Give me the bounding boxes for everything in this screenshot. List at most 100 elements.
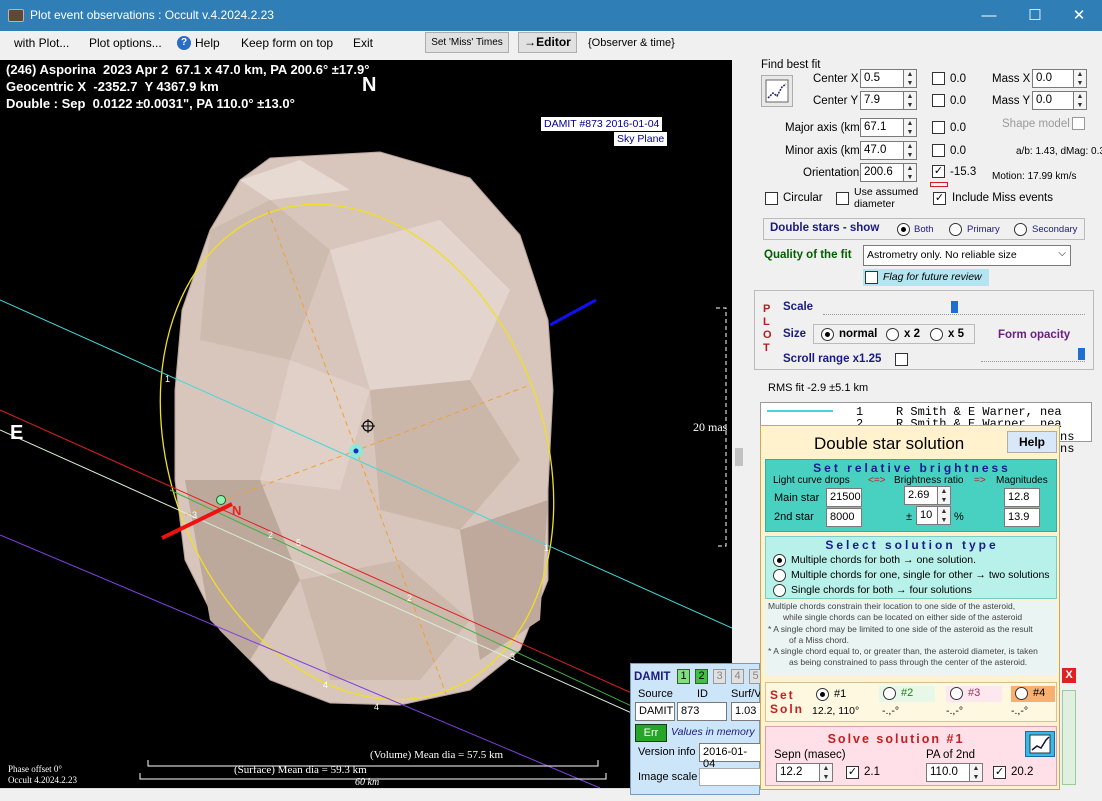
quality-select[interactable]: Astrometry only. No reliable size ⌵	[863, 245, 1071, 266]
sepn-input[interactable]: 12.2	[776, 763, 820, 782]
editor-button[interactable]: →Editor	[518, 32, 577, 53]
brightness-ratio-input[interactable]: 2.69	[904, 486, 938, 505]
brightness-ratio-label: Brightness ratio	[894, 475, 964, 486]
major-axis-spinner[interactable]: ▲ ▼	[904, 118, 917, 137]
mass-x-spinner[interactable]: ▲ ▼	[1074, 69, 1087, 88]
damit-image-scale-slider[interactable]	[699, 768, 761, 786]
mass-y-spinner[interactable]: ▲ ▼	[1074, 91, 1087, 110]
orientation-input[interactable]: 200.6	[860, 163, 904, 182]
main-star-mag-field[interactable]: 12.8	[1004, 488, 1040, 507]
damit-version-field[interactable]: 2016-01-04	[699, 743, 763, 770]
solution-type-two-radio[interactable]	[773, 569, 786, 582]
solve-button[interactable]	[1025, 731, 1055, 757]
solution-type-one-radio[interactable]	[773, 554, 786, 567]
center-y-checkbox[interactable]	[932, 94, 945, 107]
damit-err-button[interactable]: Err	[635, 724, 667, 742]
phase-offset-label: Phase offset 0°	[8, 764, 62, 774]
plot-options-group: PLOT Scale Size normal x 2 x 5 Form opac…	[754, 290, 1094, 370]
solution-type-four-radio[interactable]	[773, 584, 786, 597]
ratio-uncert-spinner[interactable]: ▲ ▼	[938, 506, 951, 525]
size-x5-label: x 5	[948, 328, 964, 340]
mass-x-input[interactable]: 0.0	[1032, 69, 1074, 88]
main-star-drop-input[interactable]: 21500	[826, 488, 862, 507]
soln-1-radio[interactable]	[816, 688, 829, 701]
menu-help[interactable]: Help	[195, 36, 220, 50]
mass-y-input[interactable]: 0.0	[1032, 91, 1074, 110]
damit-source-label: Source	[638, 688, 673, 700]
ratio-uncert-input[interactable]: 10	[916, 506, 938, 525]
sepn-checkbox[interactable]: ✓	[846, 766, 859, 779]
brightness-ratio-spinner[interactable]: ▲ ▼	[938, 486, 951, 505]
damit-tab-3[interactable]: 3	[713, 669, 726, 684]
damit-tab-1[interactable]: 1	[677, 669, 690, 684]
dss-help-button[interactable]: Help	[1007, 431, 1057, 453]
flag-review-checkbox[interactable]	[865, 271, 878, 284]
plot-canvas[interactable]: (246) Asporina 2023 Apr 2 67.1 x 47.0 km…	[0, 60, 732, 788]
orientation-checkbox[interactable]: ✓	[932, 165, 945, 178]
include-miss-checkbox[interactable]: ✓	[933, 192, 946, 205]
size-normal-radio[interactable]	[821, 328, 834, 341]
damit-tab-4[interactable]: 4	[731, 669, 744, 684]
double-both-radio[interactable]	[897, 223, 910, 236]
app-icon	[8, 9, 24, 22]
menu-with-plot[interactable]: with Plot...	[14, 36, 69, 50]
double-secondary-radio[interactable]	[1014, 223, 1027, 236]
second-star-drop-input[interactable]: 8000	[826, 508, 862, 527]
menu-plot-options[interactable]: Plot options...	[89, 36, 162, 50]
center-y-input[interactable]: 7.9	[860, 91, 904, 110]
scroll-range-label: Scroll range x1.25	[783, 353, 882, 365]
center-x-checkbox[interactable]	[932, 72, 945, 85]
minor-axis-spinner[interactable]: ▲ ▼	[904, 141, 917, 160]
scroll-thumb[interactable]	[735, 448, 743, 466]
double-primary-radio[interactable]	[949, 223, 962, 236]
pa-uncert: 20.2	[1011, 766, 1034, 778]
center-x-input[interactable]: 0.5	[860, 69, 904, 88]
rms-fit-label: RMS fit -2.9 ±5.1 km	[768, 382, 869, 394]
minimize-button[interactable]: —	[966, 0, 1012, 31]
scroll-range-checkbox[interactable]	[895, 353, 908, 366]
menu-exit[interactable]: Exit	[353, 36, 373, 50]
minor-axis-input[interactable]: 47.0	[860, 141, 904, 160]
pa-checkbox[interactable]: ✓	[993, 766, 1006, 779]
close-button[interactable]: ✕	[1056, 0, 1102, 31]
soln-3-label: #3	[968, 687, 981, 699]
shape-model-label: Shape model	[1002, 118, 1070, 130]
soln-4-radio[interactable]	[1015, 687, 1028, 700]
second-star-mag-field[interactable]: 13.9	[1004, 508, 1040, 527]
use-assumed-checkbox[interactable]	[836, 192, 849, 205]
note-line: Multiple chords constrain their location…	[768, 601, 1016, 611]
orientation-spinner[interactable]: ▲ ▼	[904, 163, 917, 182]
shape-model-checkbox[interactable]	[1072, 117, 1085, 130]
best-fit-button[interactable]	[761, 75, 793, 107]
scale-slider[interactable]	[823, 301, 1085, 315]
size-x5-radio[interactable]	[930, 328, 943, 341]
scale-km-label: 60 km	[355, 777, 380, 788]
damit-close-button[interactable]: X	[1062, 668, 1076, 683]
damit-version-label: Version info	[638, 746, 696, 758]
damit-tab-2[interactable]: 2	[695, 669, 708, 684]
pa-spinner[interactable]: ▲ ▼	[970, 763, 983, 782]
center-y-spinner[interactable]: ▲ ▼	[904, 91, 917, 110]
major-axis-checkbox[interactable]	[932, 121, 945, 134]
sepn-spinner[interactable]: ▲ ▼	[820, 763, 833, 782]
soln-2-radio[interactable]	[883, 687, 896, 700]
set-miss-times-button[interactable]: Set 'Miss' Times	[425, 32, 509, 53]
double-stars-group: Double stars - show Both Primary Seconda…	[763, 218, 1085, 240]
maximize-button[interactable]: ☐	[1012, 0, 1058, 31]
form-opacity-thumb[interactable]	[1078, 348, 1085, 360]
form-opacity-slider[interactable]	[981, 348, 1085, 362]
circular-checkbox[interactable]	[765, 192, 778, 205]
major-axis-input[interactable]: 67.1	[860, 118, 904, 137]
damit-source-field[interactable]: DAMIT	[635, 702, 675, 721]
center-x-spinner[interactable]: ▲ ▼	[904, 69, 917, 88]
scale-slider-thumb[interactable]	[951, 301, 958, 313]
damit-surf-field[interactable]: 1.03	[731, 702, 763, 721]
menu-keep-form-on-top[interactable]: Keep form on top	[241, 36, 333, 50]
soln-3-radio[interactable]	[950, 687, 963, 700]
orientation-label: Orientation	[803, 167, 860, 179]
damit-id-field[interactable]: 873	[677, 702, 727, 721]
pa-input[interactable]: 110.0	[926, 763, 970, 782]
minor-axis-checkbox[interactable]	[932, 144, 945, 157]
size-x2-radio[interactable]	[886, 328, 899, 341]
flag-review-box[interactable]: Flag for future review	[863, 269, 989, 286]
